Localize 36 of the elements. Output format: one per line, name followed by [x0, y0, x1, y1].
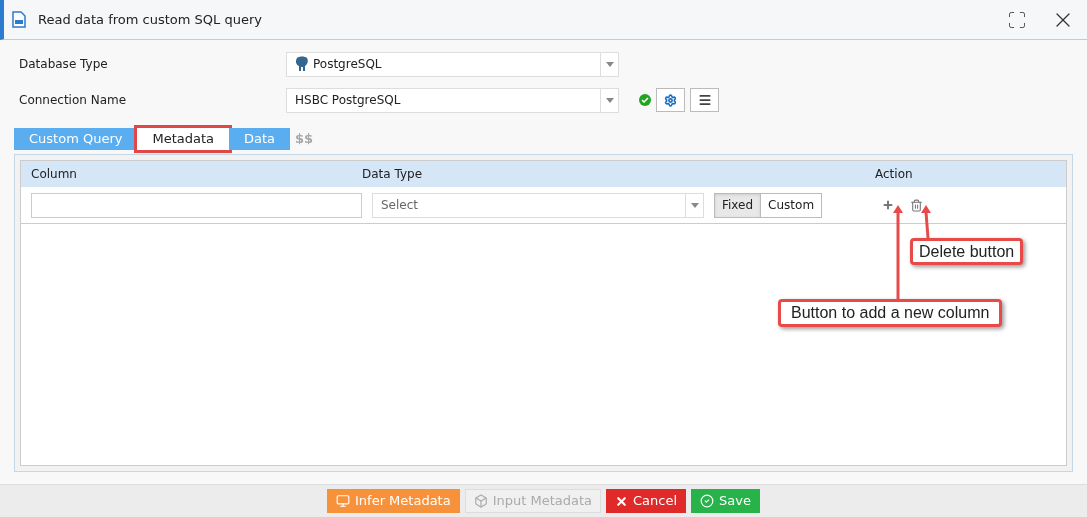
select-placeholder: Select: [380, 197, 420, 214]
select-value: HSBC PostgreSQL: [295, 92, 401, 109]
currency-label: $$: [295, 130, 314, 149]
tab[interactable]: Metadata: [137, 128, 229, 150]
column-input[interactable]: [31, 192, 362, 218]
document-icon: [12, 11, 26, 28]
select-field[interactable]: PostgreSQL: [286, 51, 619, 77]
settings-icon: [664, 93, 677, 107]
menu-button[interactable]: [690, 88, 719, 112]
maximize-icon[interactable]: [1007, 9, 1027, 30]
column-header: Data Type: [362, 166, 424, 183]
leader-arrow: [921, 205, 931, 239]
monitor-icon: [336, 494, 350, 508]
select-field[interactable]: HSBC PostgreSQL: [286, 87, 619, 113]
field-label: Database Type: [19, 56, 109, 73]
close-icon: [615, 494, 629, 508]
column-header: Action: [875, 166, 913, 183]
elephant-icon: [295, 56, 309, 72]
add-icon[interactable]: [882, 199, 895, 211]
column-header: Column: [30, 166, 78, 183]
cube-icon: [473, 494, 488, 508]
menu-icon: [697, 93, 712, 107]
caret-icon: [690, 202, 699, 208]
cancel-button[interactable]: Cancel: [606, 489, 687, 513]
callout-label: Delete button: [910, 238, 1024, 265]
trash-icon[interactable]: [910, 198, 924, 212]
window-title: Read data from custom SQL query: [38, 10, 263, 29]
field-label: Connection Name: [19, 92, 128, 109]
settings-button[interactable]: [656, 88, 685, 112]
callout-label: Button to add a new column: [778, 299, 1003, 327]
select-value: PostgreSQL: [313, 56, 382, 73]
select-field[interactable]: Select: [372, 192, 704, 218]
caret-icon: [605, 97, 614, 103]
check-icon: [700, 494, 715, 508]
caret-icon: [605, 61, 614, 67]
mode-toggle[interactable]: Fixed: [715, 193, 761, 217]
